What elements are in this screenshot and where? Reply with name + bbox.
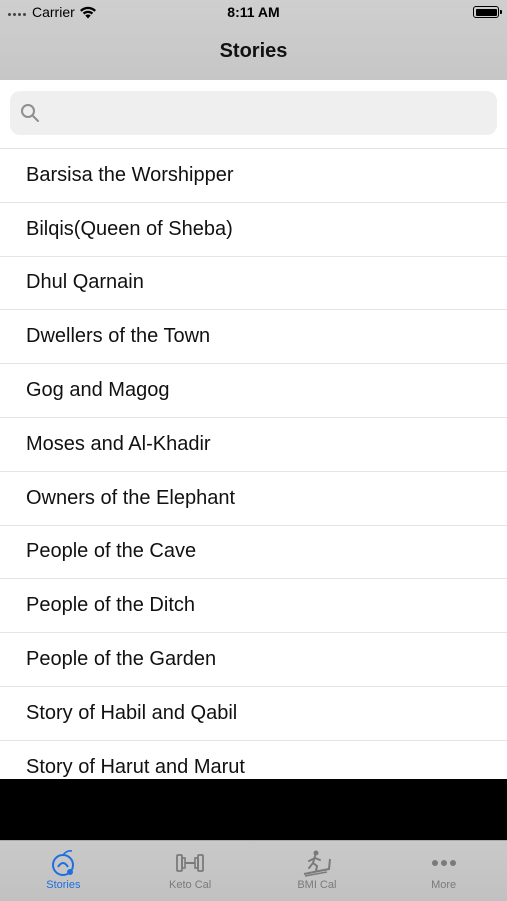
list-item-label: Dhul Qarnain <box>26 271 144 294</box>
treadmill-icon <box>303 850 331 877</box>
list-item[interactable]: People of the Garden <box>0 633 507 687</box>
list-item-label: Gog and Magog <box>26 379 170 402</box>
page-title: Stories <box>219 40 288 62</box>
battery-icon <box>473 6 502 18</box>
tab-label: Keto Cal <box>169 879 212 891</box>
list-item[interactable]: Dwellers of the Town <box>0 310 507 365</box>
tab-more[interactable]: More <box>380 841 507 901</box>
list-item-label: People of the Garden <box>26 648 217 671</box>
status-bar: Carrier 8:11 AM <box>0 0 507 26</box>
list-item[interactable]: Story of Habil and Qabil <box>0 687 507 741</box>
list-item[interactable]: Dhul Qarnain <box>0 257 507 311</box>
list-item-label: Story of Habil and Qabil <box>26 701 238 724</box>
tab-stories[interactable]: Stories <box>0 841 127 901</box>
search-bar-container <box>0 80 507 149</box>
list-item-label: Bilqis(Queen of Sheba) <box>26 217 233 240</box>
tab-keto-cal[interactable]: Keto Cal <box>127 841 254 901</box>
search-input[interactable] <box>48 102 472 124</box>
tab-label: Stories <box>46 879 81 891</box>
list-item[interactable]: Owners of the Elephant <box>0 472 507 526</box>
list-item[interactable]: Barsisa the Worshipper <box>0 149 507 203</box>
status-time: 8:11 AM <box>227 4 280 20</box>
list-item-label: People of the Ditch <box>26 594 195 617</box>
list-item-label: Owners of the Elephant <box>26 486 236 509</box>
black-banner-area <box>0 779 507 840</box>
dumbbell-icon <box>176 854 205 872</box>
stories-list[interactable]: Barsisa the Worshipper Bilqis(Queen of S… <box>0 149 507 779</box>
tab-bmi-cal[interactable]: BMI Cal <box>254 841 381 901</box>
stories-icon <box>52 850 75 876</box>
list-item-label: People of the Cave <box>26 540 197 563</box>
tab-bar: Stories Keto Cal BMI Cal More <box>0 840 507 901</box>
tab-label: More <box>431 879 457 891</box>
list-item-label: Moses and Al-Khadir <box>26 432 211 455</box>
list-item-label: Story of Harut and Marut <box>26 755 245 778</box>
list-item-label: Dwellers of the Town <box>26 325 211 348</box>
list-item[interactable]: Moses and Al-Khadir <box>0 418 507 472</box>
list-item[interactable]: Bilqis(Queen of Sheba) <box>0 203 507 257</box>
list-item[interactable]: People of the Ditch <box>0 579 507 634</box>
tab-label: BMI Cal <box>297 879 337 891</box>
list-item-label: Barsisa the Worshipper <box>26 163 234 186</box>
list-item[interactable]: Gog and Magog <box>0 364 507 418</box>
search-bar[interactable] <box>10 91 497 135</box>
list-item[interactable]: People of the Cave <box>0 526 507 580</box>
list-item[interactable]: Story of Harut and Marut <box>0 741 507 779</box>
search-icon <box>21 104 39 122</box>
navigation-header: Carrier 8:11 AM Stories <box>0 0 507 81</box>
more-icon <box>431 860 456 866</box>
